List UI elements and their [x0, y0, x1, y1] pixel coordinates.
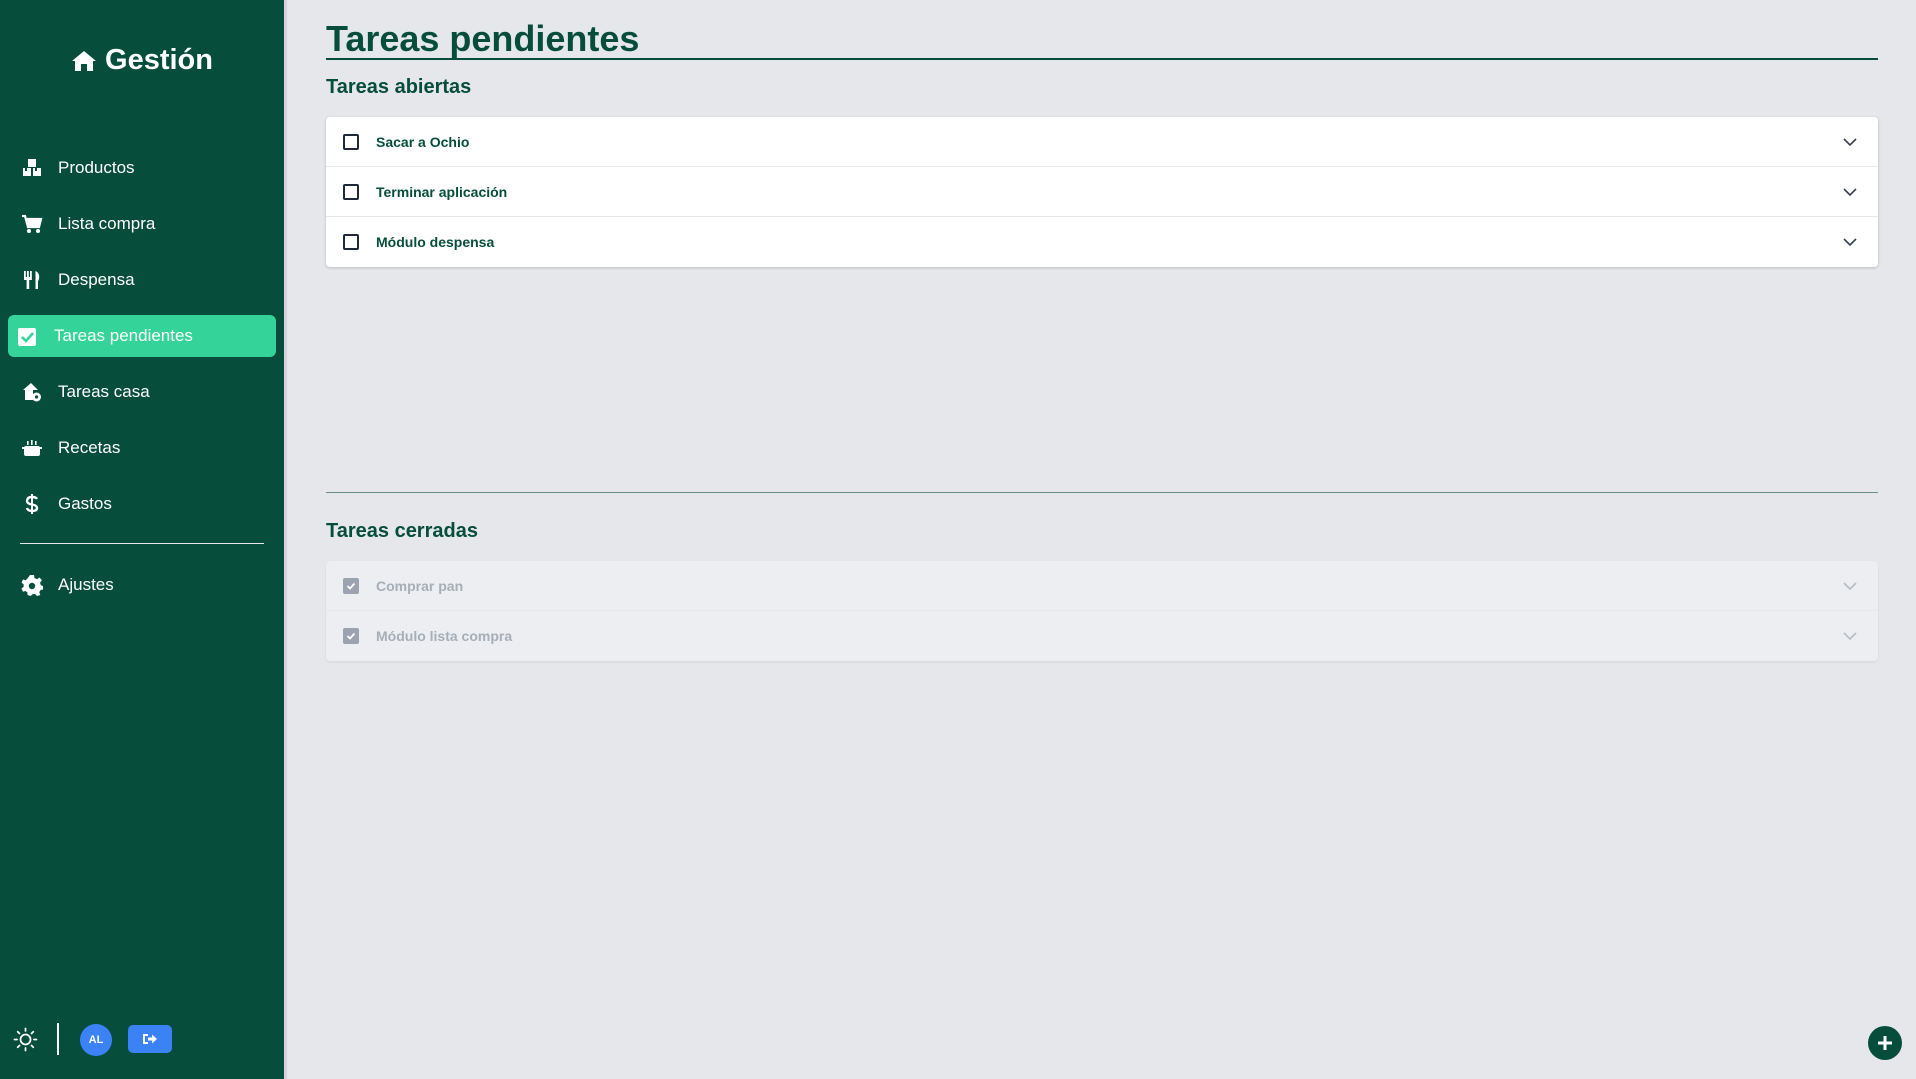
sidebar-item-label: Ajustes — [58, 575, 114, 594]
task-checkbox[interactable] — [343, 234, 359, 250]
sidebar-item-label: Recetas — [58, 438, 121, 457]
sidebar-item-label: Productos — [58, 158, 135, 177]
gear-icon — [20, 573, 44, 597]
sidebar-item-productos[interactable]: Productos — [8, 147, 276, 189]
sidebar-item-label: Lista compra — [58, 214, 156, 233]
cart-icon — [20, 212, 44, 236]
brand-title: Gestión — [105, 44, 213, 76]
sidebar-item-label: Despensa — [58, 270, 135, 289]
task-row[interactable]: Módulo despensa — [326, 217, 1878, 267]
open-task-list: Sacar a Ochio Terminar aplicación Módulo… — [326, 117, 1878, 267]
dollar-icon — [20, 492, 44, 516]
chevron-down-icon[interactable] — [1842, 234, 1858, 250]
section-divider — [326, 492, 1878, 493]
task-row[interactable]: Comprar pan — [326, 561, 1878, 611]
brand[interactable]: Gestión — [0, 44, 284, 77]
sidebar-item-recetas[interactable]: Recetas — [8, 427, 276, 469]
task-label: Sacar a Ochio — [376, 133, 470, 150]
sidebar-footer: AL — [0, 1020, 284, 1058]
task-row[interactable]: Terminar aplicación — [326, 167, 1878, 217]
task-row[interactable]: Módulo lista compra — [326, 611, 1878, 661]
task-checkbox[interactable] — [343, 628, 359, 644]
sun-icon[interactable] — [13, 1027, 38, 1052]
logout-icon — [143, 1034, 157, 1044]
chevron-down-icon[interactable] — [1842, 578, 1858, 594]
sidebar-item-ajustes[interactable]: Ajustes — [8, 564, 276, 606]
closed-tasks-heading: Tareas cerradas — [326, 520, 478, 542]
task-label: Terminar aplicación — [376, 183, 508, 200]
sidebar-item-tareas-casa[interactable]: Tareas casa — [8, 371, 276, 413]
task-checkbox[interactable] — [343, 133, 359, 150]
chevron-down-icon[interactable] — [1842, 184, 1858, 200]
sidebar-item-tareas-pendientes[interactable]: Tareas pendientes — [8, 315, 276, 357]
sidebar-item-despensa[interactable]: Despensa — [8, 259, 276, 301]
task-label: Módulo despensa — [376, 234, 495, 250]
sidebar: Gestión Productos Lista compra Despensa … — [0, 0, 287, 1079]
chevron-down-icon[interactable] — [1842, 628, 1858, 644]
logout-button[interactable] — [128, 1025, 172, 1053]
footer-separator — [57, 1023, 59, 1055]
task-checkbox[interactable] — [343, 577, 359, 594]
page-title: Tareas pendientes — [326, 18, 640, 59]
utensils-icon — [20, 268, 44, 292]
add-task-button[interactable] — [1868, 1026, 1902, 1060]
open-tasks-heading: Tareas abiertas — [326, 76, 472, 98]
task-row[interactable]: Sacar a Ochio — [326, 117, 1878, 167]
sidebar-item-label: Tareas pendientes — [54, 326, 193, 345]
sidebar-item-label: Gastos — [58, 494, 112, 513]
avatar[interactable]: AL — [80, 1024, 112, 1056]
sidebar-divider — [20, 543, 264, 544]
boxes-icon — [20, 156, 44, 180]
closed-task-list: Comprar pan Módulo lista compra — [326, 561, 1878, 661]
chevron-down-icon[interactable] — [1842, 134, 1858, 150]
task-checkbox[interactable] — [343, 183, 359, 200]
task-label: Comprar pan — [376, 577, 464, 594]
pot-icon — [20, 436, 44, 460]
sidebar-item-gastos[interactable]: Gastos — [8, 483, 276, 525]
task-label: Módulo lista compra — [376, 628, 513, 644]
title-divider — [326, 58, 1878, 60]
plus-icon — [1878, 1036, 1892, 1050]
sidebar-item-lista-compra[interactable]: Lista compra — [8, 203, 276, 245]
sidebar-edge — [284, 0, 287, 1079]
house-gear-icon — [20, 380, 44, 404]
check-square-icon — [16, 324, 40, 348]
sidebar-item-label: Tareas casa — [58, 382, 150, 401]
home-icon — [72, 50, 97, 71]
